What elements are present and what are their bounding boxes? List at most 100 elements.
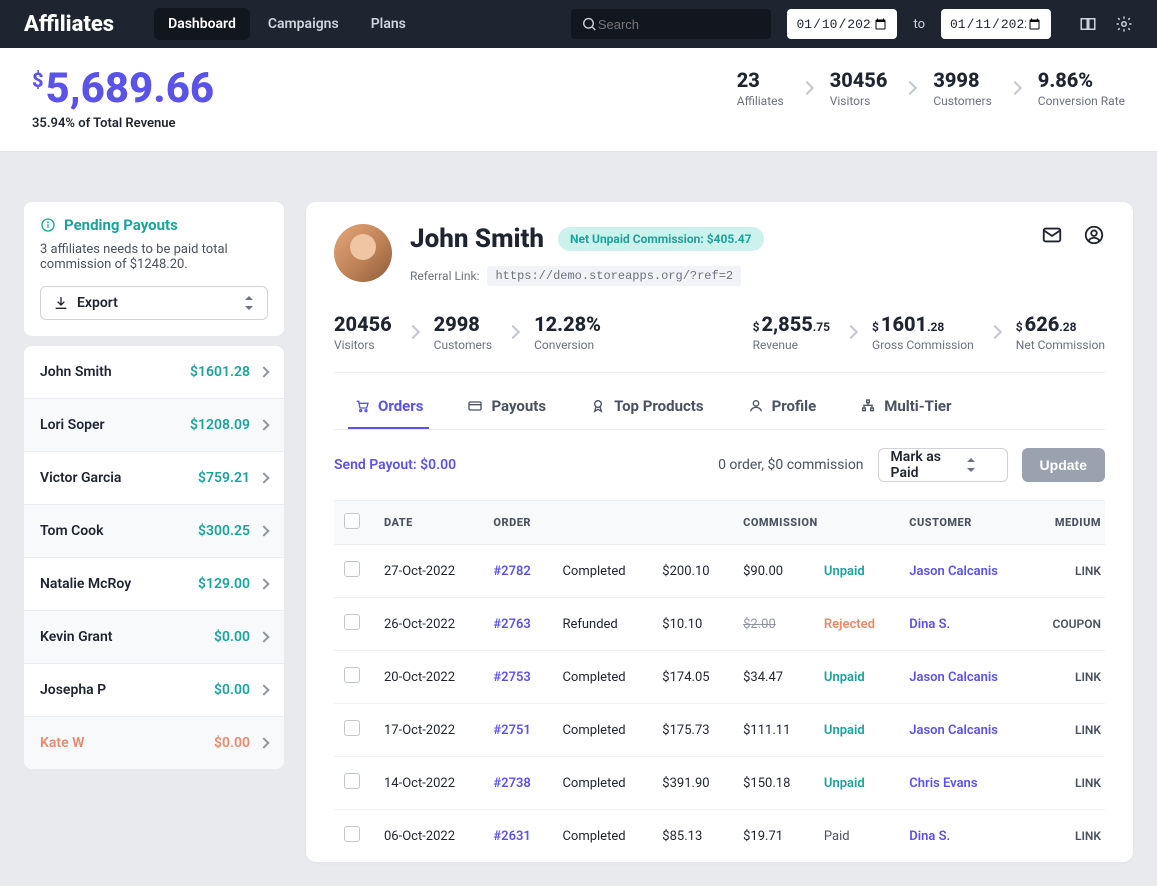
tab-top-products[interactable]: Top Products bbox=[584, 389, 710, 429]
cell-medium: LINK bbox=[1030, 810, 1105, 863]
affiliate-row[interactable]: Tom Cook $300.25 bbox=[24, 504, 284, 557]
pending-payouts-header[interactable]: Pending Payouts bbox=[40, 216, 268, 234]
customer-link[interactable]: Jason Calcanis bbox=[909, 723, 998, 738]
row-checkbox[interactable] bbox=[344, 614, 360, 630]
badge-icon bbox=[590, 398, 606, 414]
book-icon[interactable] bbox=[1079, 15, 1097, 33]
cell-commission: $19.71 bbox=[733, 810, 814, 863]
tab-campaigns[interactable]: Campaigns bbox=[254, 8, 353, 40]
chevron-right-icon bbox=[800, 81, 814, 95]
order-id-link[interactable]: #2738 bbox=[493, 776, 530, 791]
cell-order-status: Completed bbox=[552, 651, 652, 704]
gear-icon[interactable] bbox=[1115, 15, 1133, 33]
affiliate-row[interactable]: Lori Soper $1208.09 bbox=[24, 398, 284, 451]
customer-link[interactable]: Jason Calcanis bbox=[909, 670, 998, 685]
customer-link[interactable]: Dina S. bbox=[909, 829, 950, 844]
affiliate-row[interactable]: Victor Garcia $759.21 bbox=[24, 451, 284, 504]
affiliate-row[interactable]: Natalie McRoy $129.00 bbox=[24, 557, 284, 610]
search-icon bbox=[581, 15, 597, 33]
topbar: Affiliates Dashboard Campaigns Plans to bbox=[0, 0, 1157, 48]
affiliate-row[interactable]: Josepha P $0.00 bbox=[24, 663, 284, 716]
send-payout-link[interactable]: Send Payout: $0.00 bbox=[334, 457, 456, 473]
mini-revenue: $2,855.75Revenue bbox=[753, 312, 830, 352]
chevron-right-icon bbox=[258, 684, 269, 695]
mini-customers: 2998Customers bbox=[434, 312, 492, 352]
cell-date: 14-Oct-2022 bbox=[374, 757, 483, 810]
tab-payouts[interactable]: Payouts bbox=[461, 389, 552, 429]
chevron-up-down-icon bbox=[245, 296, 255, 310]
cell-medium: COUPON bbox=[1030, 598, 1105, 651]
mark-as-paid-select[interactable]: Mark as Paid bbox=[878, 448, 1008, 482]
tab-multi-tier[interactable]: Multi-Tier bbox=[854, 389, 957, 429]
row-checkbox[interactable] bbox=[344, 773, 360, 789]
tab-profile[interactable]: Profile bbox=[742, 389, 823, 429]
customer-link[interactable]: Dina S. bbox=[909, 617, 950, 632]
mail-icon[interactable] bbox=[1041, 224, 1063, 246]
user-icon bbox=[748, 398, 764, 414]
download-icon bbox=[53, 295, 69, 311]
currency-symbol: $ bbox=[32, 68, 44, 92]
update-button[interactable]: Update bbox=[1022, 448, 1105, 482]
row-checkbox[interactable] bbox=[344, 826, 360, 842]
cell-commission: $150.18 bbox=[733, 757, 814, 810]
referral-link[interactable]: https://demo.storeapps.org/?ref=2 bbox=[487, 266, 741, 286]
row-checkbox[interactable] bbox=[344, 667, 360, 683]
user-icon[interactable] bbox=[1083, 224, 1105, 246]
col-commission: COMMISSION bbox=[733, 501, 899, 545]
tree-icon bbox=[860, 398, 876, 414]
table-row: 14-Oct-2022 #2738 Completed $391.90 $150… bbox=[334, 757, 1105, 810]
affiliate-name: Josepha P bbox=[40, 682, 106, 698]
affiliate-commission: $0.00 bbox=[214, 735, 250, 751]
cell-order-status: Completed bbox=[552, 810, 652, 863]
search-box[interactable] bbox=[571, 9, 771, 39]
affiliate-row[interactable]: John Smith $1601.28 bbox=[24, 346, 284, 398]
date-from[interactable] bbox=[787, 9, 897, 39]
search-input[interactable] bbox=[598, 17, 762, 32]
pending-payouts-card: Pending Payouts 3 affiliates needs to be… bbox=[24, 202, 284, 336]
row-checkbox[interactable] bbox=[344, 561, 360, 577]
order-id-link[interactable]: #2631 bbox=[493, 829, 530, 844]
pending-subtitle: 3 affiliates needs to be paid total comm… bbox=[40, 242, 268, 272]
affiliate-list: John Smith $1601.28 Lori Soper $1208.09 … bbox=[24, 346, 284, 769]
customer-link[interactable]: Chris Evans bbox=[909, 776, 977, 791]
order-id-link[interactable]: #2751 bbox=[493, 723, 530, 738]
tab-plans[interactable]: Plans bbox=[357, 8, 420, 40]
affiliate-name: John Smith bbox=[40, 364, 112, 380]
order-id-link[interactable]: #2753 bbox=[493, 670, 530, 685]
cell-commission-status: Unpaid bbox=[814, 545, 899, 598]
export-button[interactable]: Export bbox=[40, 286, 268, 320]
mini-gross-commission: $1601.28Gross Commission bbox=[872, 312, 974, 352]
cell-date: 20-Oct-2022 bbox=[374, 651, 483, 704]
order-id-link[interactable]: #2782 bbox=[493, 564, 530, 579]
order-id-link[interactable]: #2763 bbox=[493, 617, 530, 632]
col-date: DATE bbox=[374, 501, 483, 545]
customer-link[interactable]: Jason Calcanis bbox=[909, 564, 998, 579]
affiliate-name: Tom Cook bbox=[40, 523, 104, 539]
tab-orders[interactable]: Orders bbox=[348, 389, 429, 429]
tab-dashboard[interactable]: Dashboard bbox=[154, 8, 250, 40]
affiliate-commission: $129.00 bbox=[198, 576, 250, 592]
date-to[interactable] bbox=[941, 9, 1051, 39]
cell-medium: LINK bbox=[1030, 757, 1105, 810]
cell-order-amount: $200.10 bbox=[652, 545, 733, 598]
affiliate-row[interactable]: Kate W $0.00 bbox=[24, 716, 284, 769]
stat-affiliates: 23Affiliates bbox=[737, 68, 784, 108]
affiliate-detail-panel: John Smith Net Unpaid Commission: $405.4… bbox=[306, 202, 1133, 862]
select-all-checkbox[interactable] bbox=[344, 513, 360, 529]
cell-medium: LINK bbox=[1030, 704, 1105, 757]
table-row: 26-Oct-2022 #2763 Refunded $10.10 $2.00 … bbox=[334, 598, 1105, 651]
chevron-right-icon bbox=[258, 419, 269, 430]
affiliate-name: Natalie McRoy bbox=[40, 576, 131, 592]
cell-date: 17-Oct-2022 bbox=[374, 704, 483, 757]
profile-name: John Smith bbox=[410, 224, 544, 254]
row-checkbox[interactable] bbox=[344, 720, 360, 736]
cell-date: 26-Oct-2022 bbox=[374, 598, 483, 651]
chevron-right-icon bbox=[258, 472, 269, 483]
chevron-right-icon bbox=[258, 631, 269, 642]
cell-order-status: Refunded bbox=[552, 598, 652, 651]
cell-commission-status: Paid bbox=[814, 810, 899, 863]
affiliate-row[interactable]: Kevin Grant $0.00 bbox=[24, 610, 284, 663]
detail-tabs: Orders Payouts Top Products Profile Mult… bbox=[334, 373, 1105, 430]
cell-commission-status: Unpaid bbox=[814, 651, 899, 704]
chevron-right-icon bbox=[1008, 81, 1022, 95]
